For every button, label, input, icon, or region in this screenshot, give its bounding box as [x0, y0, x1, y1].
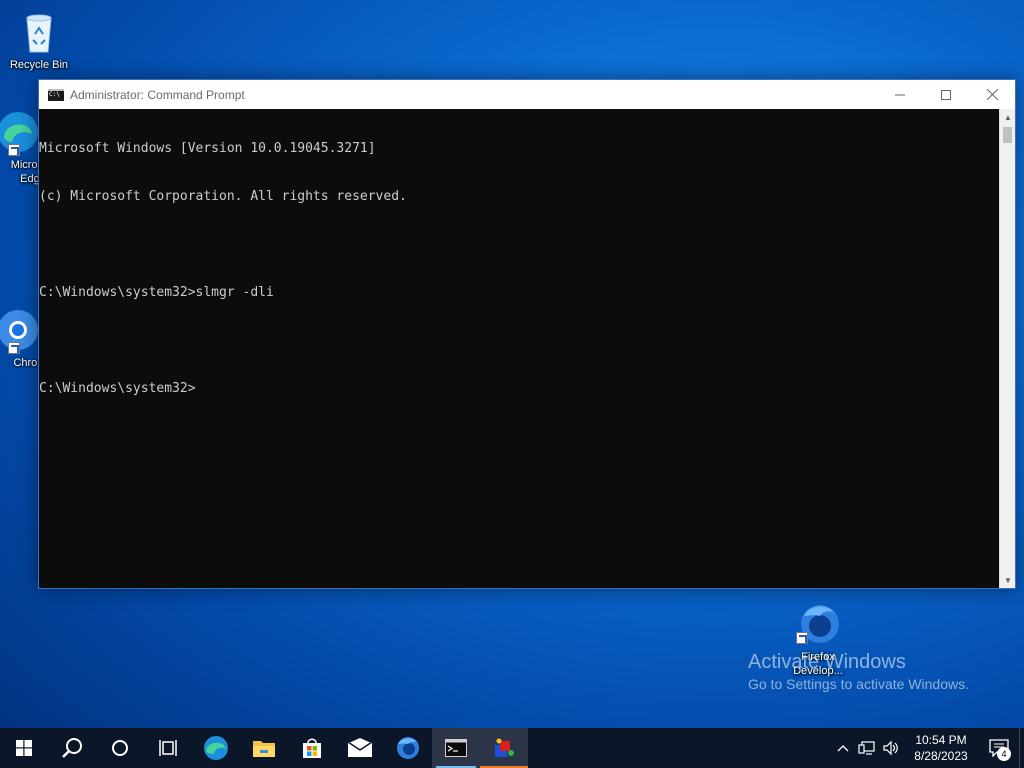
taskbar-command-prompt[interactable]: [432, 728, 480, 768]
cmd-icon: [48, 88, 64, 101]
show-desktop-button[interactable]: [1019, 728, 1024, 768]
console-line: Microsoft Windows [Version 10.0.19045.32…: [39, 141, 376, 156]
shortcut-arrow-icon: [8, 342, 20, 354]
cortana-button[interactable]: [96, 728, 144, 768]
clock-date: 8/28/2023: [914, 749, 968, 763]
console-output[interactable]: Microsoft Windows [Version 10.0.19045.32…: [39, 109, 999, 588]
mail-icon: [347, 738, 373, 757]
app-icon: [495, 738, 514, 757]
network-icon: [858, 741, 875, 755]
chrome-icon: [0, 306, 42, 354]
taskbar-firefox[interactable]: [384, 728, 432, 768]
maximize-button[interactable]: [923, 80, 969, 109]
start-button[interactable]: [0, 728, 48, 768]
edge-icon: [204, 736, 228, 760]
windows-logo-icon: [16, 740, 32, 756]
firefox-developer-icon: [397, 737, 419, 759]
watermark-title: Activate Windows: [748, 651, 906, 673]
store-icon: [303, 738, 321, 758]
window-titlebar[interactable]: Administrator: Command Prompt: [39, 80, 1015, 109]
shortcut-arrow-icon: [796, 632, 808, 644]
system-tray: 10:54 PM 8/28/2023 4: [831, 728, 1024, 768]
notification-count-badge: 4: [997, 747, 1011, 761]
shortcut-arrow-icon: [8, 144, 20, 156]
edge-icon: [0, 108, 42, 156]
activate-windows-watermark: Activate Windows Go to Settings to activ…: [748, 650, 969, 694]
scroll-down-icon[interactable]: ▼: [1000, 572, 1016, 588]
watermark-subtitle: Go to Settings to activate Windows.: [748, 676, 969, 692]
taskbar: 10:54 PM 8/28/2023 4: [0, 728, 1024, 768]
desktop-icon-recycle-bin[interactable]: Recycle Bin: [1, 8, 77, 72]
show-hidden-icons-button[interactable]: [831, 728, 855, 768]
scroll-thumb[interactable]: [1003, 127, 1012, 143]
task-view-button[interactable]: [144, 728, 192, 768]
chevron-up-icon: [837, 745, 849, 752]
desktop-icon-label: Recycle Bin: [9, 59, 69, 71]
cmd-icon: [445, 739, 467, 757]
close-icon: [986, 89, 998, 100]
clock-button[interactable]: 10:54 PM 8/28/2023: [903, 732, 979, 764]
taskbar-mail[interactable]: [336, 728, 384, 768]
close-button[interactable]: [969, 80, 1015, 109]
search-button[interactable]: [48, 728, 96, 768]
search-icon: [62, 738, 82, 758]
scroll-up-icon[interactable]: ▲: [1000, 109, 1016, 125]
task-view-icon: [159, 740, 177, 756]
cortana-icon: [112, 740, 128, 756]
minimize-button[interactable]: [877, 80, 923, 109]
taskbar-edge[interactable]: [192, 728, 240, 768]
command-prompt-window[interactable]: Administrator: Command Prompt Microsoft …: [38, 79, 1016, 589]
taskbar-store[interactable]: [288, 728, 336, 768]
volume-button[interactable]: [879, 728, 903, 768]
taskbar-app[interactable]: [480, 728, 528, 768]
action-center-button[interactable]: 4: [979, 728, 1019, 768]
volume-icon: [883, 740, 898, 756]
folder-icon: [253, 741, 275, 757]
taskbar-file-explorer[interactable]: [240, 728, 288, 768]
network-button[interactable]: [855, 728, 879, 768]
console-line: C:\Windows\system32>slmgr -dli: [39, 285, 274, 300]
console-prompt-line: C:\Windows\system32>: [39, 381, 196, 396]
maximize-icon: [941, 89, 951, 100]
vertical-scrollbar[interactable]: ▲ ▼: [999, 109, 1015, 588]
console-line: (c) Microsoft Corporation. All rights re…: [39, 189, 407, 204]
recycle-bin-icon: [15, 8, 63, 56]
firefox-developer-icon: [794, 600, 842, 648]
window-title: Administrator: Command Prompt: [70, 87, 245, 102]
minimize-icon: [895, 94, 905, 95]
clock-time: 10:54 PM: [915, 733, 967, 747]
